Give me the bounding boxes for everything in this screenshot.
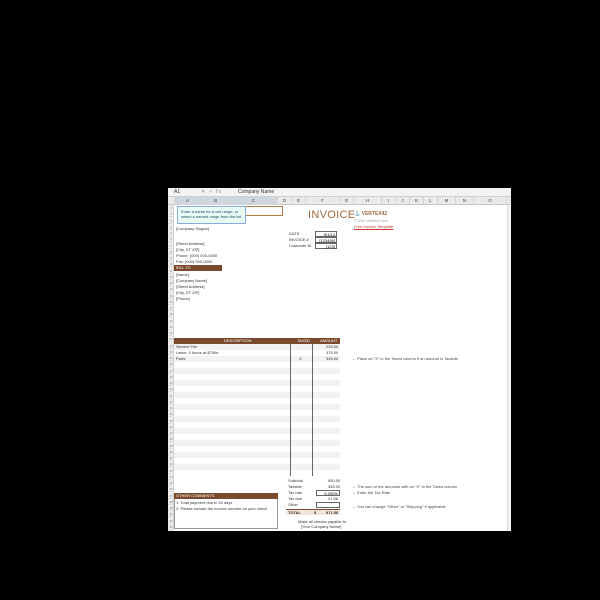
formula-function-icons[interactable]: ✕ ✓ fx [201, 189, 235, 195]
company-fax[interactable]: Fax: (000) 000-0000 [176, 259, 212, 264]
column-header-b[interactable]: B [202, 197, 230, 205]
column-header-e[interactable]: E [292, 197, 306, 205]
column-header-c[interactable]: C [230, 197, 278, 205]
bill-to-phone[interactable]: [Phone] [176, 296, 190, 301]
name-box-tooltip: Enter a name for a cell range, or select… [177, 206, 246, 224]
invoice-title: INVOICE [308, 209, 356, 221]
column-header-i[interactable]: I [382, 197, 396, 205]
table-row[interactable] [174, 368, 340, 374]
formula-input[interactable]: Company Name [238, 189, 358, 195]
note-tax-rate: ← Enter the Tax Rate [352, 490, 391, 495]
table-row[interactable] [174, 422, 340, 428]
table-row[interactable] [174, 416, 340, 422]
table-row[interactable] [174, 452, 340, 458]
note-taxable: ← The sum of the amounts with an "X" in … [352, 484, 458, 489]
item-description[interactable]: Labor: 5 hours at $75/hr [176, 350, 219, 355]
column-header-m[interactable]: M [438, 197, 456, 205]
customer-id-field[interactable]: [123] [315, 243, 337, 249]
vertical-scrollbar[interactable] [507, 205, 511, 531]
table-row[interactable] [174, 410, 340, 416]
company-address[interactable]: [Street Address] [176, 241, 204, 246]
spreadsheet-window: A1 ✕ ✓ fx Company Name A B C D E F G H I… [168, 188, 511, 531]
item-amount[interactable]: 345.00 [326, 356, 338, 361]
payable-company: [Your Company Name] [301, 524, 342, 529]
column-header-d[interactable]: D [278, 197, 292, 205]
comment-line[interactable]: 1. Total payment due in 30 days [176, 500, 232, 505]
taxed-column-left-border [290, 344, 291, 476]
name-box[interactable]: A1 [174, 189, 200, 195]
table-row[interactable] [174, 440, 340, 446]
bill-to-city[interactable]: [City, ST ZIP] [176, 290, 199, 295]
column-header-l[interactable]: L [424, 197, 438, 205]
items-table[interactable] [174, 344, 340, 476]
total-row: TOTAL $ 971.56 [286, 509, 340, 515]
table-row[interactable] [174, 362, 340, 368]
taxable-value[interactable]: 345.00 [328, 484, 340, 489]
taxed-column-right-border [312, 344, 313, 476]
item-description[interactable]: Parts [176, 356, 185, 361]
other-label: Other [288, 502, 299, 507]
column-header-o[interactable]: O [474, 197, 507, 205]
item-description[interactable]: Service Fee [176, 344, 197, 349]
column-header-j[interactable]: J [396, 197, 410, 205]
column-header-g[interactable]: G [340, 197, 354, 205]
column-header-a[interactable]: A [174, 197, 202, 205]
company-city[interactable]: [City, ST ZIP] [176, 247, 199, 252]
formula-bar: A1 ✕ ✓ fx Company Name [168, 188, 511, 197]
bill-to-address[interactable]: [Street Address] [176, 284, 204, 289]
company-phone[interactable]: Phone: (000) 000-0000 [176, 253, 217, 258]
total-currency: $ [314, 510, 317, 515]
table-row[interactable] [174, 386, 340, 392]
tax-due-value[interactable]: 21.56 [328, 496, 338, 501]
table-row[interactable] [174, 434, 340, 440]
total-label: TOTAL [288, 510, 301, 515]
bill-to-name[interactable]: [Name] [176, 272, 189, 277]
other-field[interactable]: - [316, 502, 340, 508]
comment-line[interactable]: 2. Please include the invoice number on … [176, 506, 267, 511]
note-taxed: ← Place an "X" in the Taxed column if an… [352, 356, 458, 361]
item-amount[interactable]: 375.00 [326, 350, 338, 355]
date-label: DATE [289, 231, 300, 236]
table-row[interactable] [174, 392, 340, 398]
table-row[interactable] [174, 356, 340, 362]
table-row[interactable] [174, 446, 340, 452]
bill-to-header: BILL TO [174, 265, 222, 271]
invoice-number-label: INVOICE # [289, 237, 309, 242]
vertex42-logo: ⚓ VERTEX42 [354, 212, 387, 217]
tax-due-label: Tax due [288, 496, 303, 501]
subtotal-label: Subtotal [288, 478, 303, 483]
item-amount[interactable]: 230.00 [326, 344, 338, 349]
tax-rate-label: Tax rate [288, 490, 303, 495]
free-invoice-template-link[interactable]: Free Invoice Template [354, 224, 393, 229]
taxable-label: Taxable [288, 484, 302, 489]
logo-text: VERTEX42 [361, 211, 388, 217]
customer-id-label: Customer ID [289, 243, 312, 248]
sheet-area[interactable]: Enter a name for a cell range, or select… [174, 205, 511, 531]
table-row[interactable] [174, 380, 340, 386]
company-slogan[interactable]: [Company Slogan] [176, 226, 209, 231]
column-headers: A B C D E F G H I J K L M N O [168, 197, 511, 205]
table-row[interactable] [174, 404, 340, 410]
column-header-h[interactable]: H [354, 197, 382, 205]
subtotal-value[interactable]: 950.00 [328, 478, 340, 483]
column-header-f[interactable]: F [306, 197, 340, 205]
column-header-n[interactable]: N [456, 197, 474, 205]
total-value[interactable]: 971.56 [326, 510, 338, 515]
table-row[interactable] [174, 428, 340, 434]
table-row[interactable] [174, 458, 340, 464]
note-other: ← You can change "Other" to "Shipping" i… [352, 504, 446, 509]
table-row[interactable] [174, 398, 340, 404]
item-taxed[interactable]: X [299, 356, 302, 361]
table-row[interactable] [174, 374, 340, 380]
table-row[interactable] [174, 470, 340, 476]
logo-mark-icon: ⚓ [354, 211, 361, 217]
column-header-k[interactable]: K [410, 197, 424, 205]
table-row[interactable] [174, 464, 340, 470]
bill-to-company[interactable]: [Company Name] [176, 278, 207, 283]
